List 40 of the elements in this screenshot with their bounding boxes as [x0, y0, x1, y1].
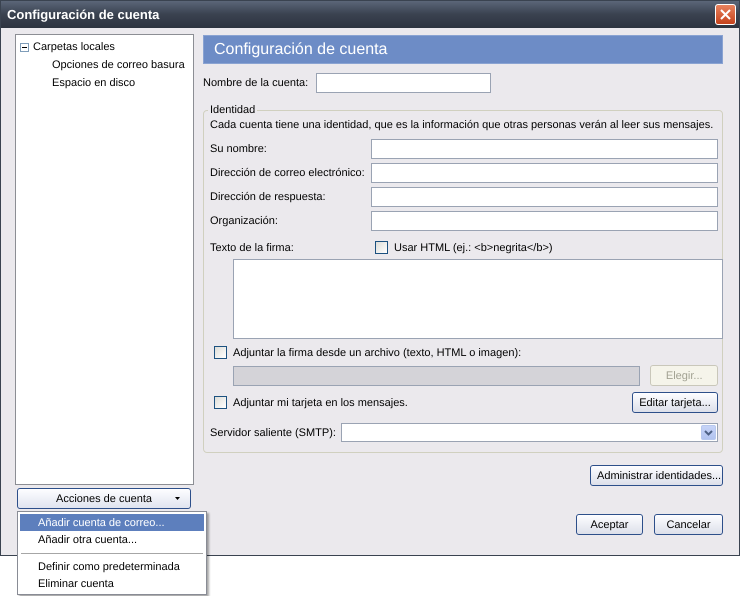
input-field[interactable]	[371, 187, 718, 207]
cancel-button[interactable]: Cancelar	[654, 514, 723, 535]
checkbox-label: Adjuntar la firma desde un archivo (texto, HTML o imagen):	[233, 346, 522, 358]
input-field[interactable]	[316, 73, 491, 93]
field-label: Organización:	[210, 215, 279, 227]
account-actions-button[interactable]: Acciones de cuenta	[17, 488, 191, 509]
menu-item[interactable]: Eliminar cuenta	[20, 575, 204, 592]
edit-card-button[interactable]: Editar tarjeta...	[632, 392, 718, 413]
panel-title: Configuración de cuenta	[203, 35, 723, 64]
field-label: Nombre de la cuenta:	[203, 77, 310, 89]
close-icon	[720, 9, 731, 20]
field-label: Dirección de respuesta:	[210, 191, 327, 203]
menu-item[interactable]: Definir como predeterminada	[20, 558, 204, 575]
tree-item[interactable]: Opciones de correo basura	[52, 59, 185, 71]
menu-item[interactable]: Añadir cuenta de correo...	[20, 514, 204, 531]
checkbox-label: Adjuntar mi tarjeta en los mensajes.	[233, 396, 408, 408]
tree-item[interactable]: Carpetas locales	[33, 41, 115, 53]
checkbox[interactable]	[214, 396, 227, 409]
field-label: Su nombre:	[210, 143, 268, 155]
tree-item[interactable]: Espacio en disco	[52, 77, 136, 89]
input-field[interactable]	[371, 211, 718, 231]
collapse-icon[interactable]	[20, 42, 29, 52]
signature-field[interactable]	[233, 259, 723, 339]
field-label: Servidor saliente (SMTP):	[210, 426, 337, 438]
checkbox[interactable]	[214, 346, 227, 359]
description-text: Cada cuenta tiene una identidad, que es la información que otras personas verán al leer sus mensajes.	[210, 119, 714, 131]
group-label: Identidad	[208, 104, 258, 116]
field-label: Texto de la firma:	[210, 242, 295, 254]
menu-item[interactable]: Añadir otra cuenta...	[20, 531, 204, 548]
smtp-dropdown[interactable]	[341, 423, 718, 442]
manage-identities-button[interactable]: Administrar identidades...	[590, 465, 723, 486]
input-field[interactable]	[371, 163, 718, 183]
input-field[interactable]	[371, 139, 718, 159]
field-label: Dirección de correo electrónico:	[210, 167, 366, 179]
checkbox[interactable]	[375, 241, 388, 254]
ok-button[interactable]: Aceptar	[576, 514, 643, 535]
checkbox-label: Usar HTML (ej.: <b>negrita</b>)	[394, 242, 553, 254]
window-title: Configuración de cuenta	[7, 7, 160, 22]
caret-icon	[175, 497, 180, 500]
close-button[interactable]	[715, 4, 736, 25]
